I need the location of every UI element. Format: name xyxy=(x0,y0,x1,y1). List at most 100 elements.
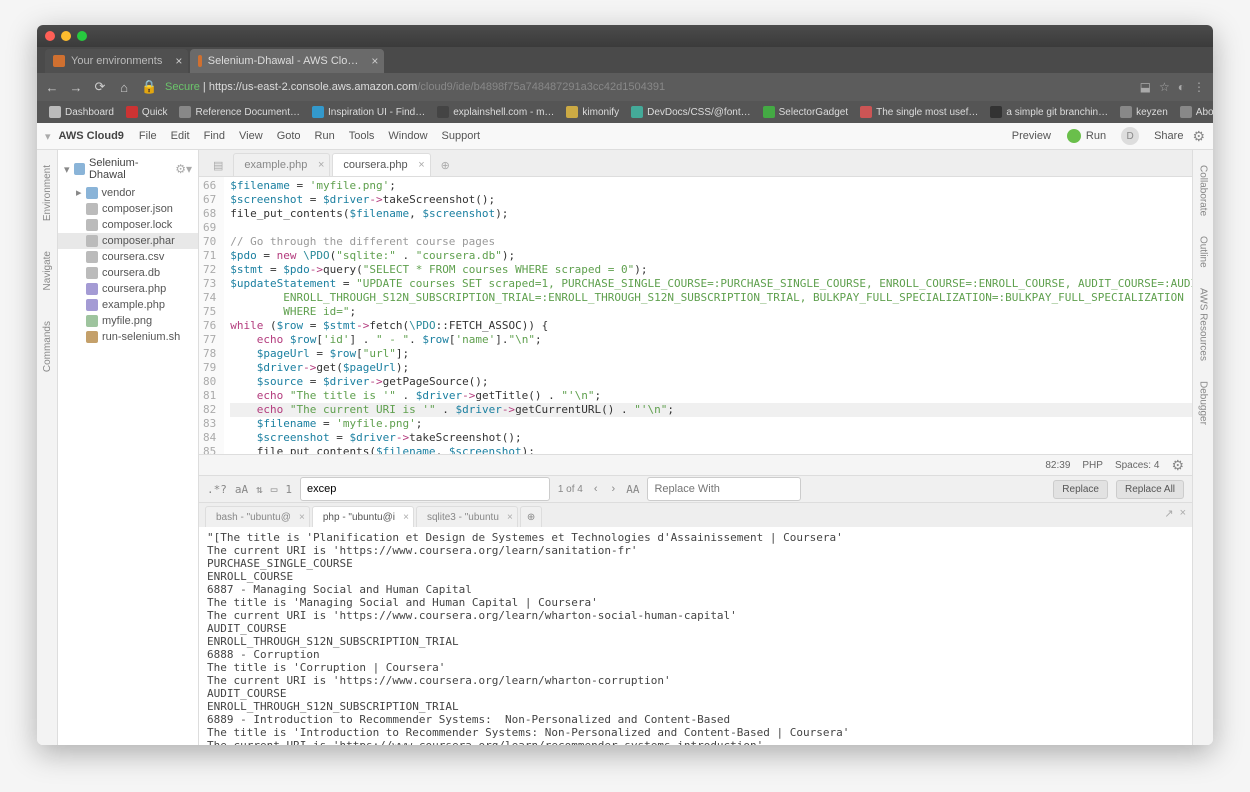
collapse-icon[interactable]: ▾ xyxy=(45,130,51,143)
code-line[interactable]: echo "The title is '" . $driver->getTitl… xyxy=(230,389,1192,403)
popout-icon[interactable]: ↗ xyxy=(1164,507,1173,520)
code-line[interactable]: $stmt = $pdo->query("SELECT * FROM cours… xyxy=(230,263,1192,277)
bookmark-item[interactable]: About Exploit Exerci… xyxy=(1176,106,1213,118)
minimize-window-icon[interactable] xyxy=(61,31,71,41)
bookmark-item[interactable]: The single most usef… xyxy=(856,106,982,118)
code-line[interactable]: while ($row = $stmt->fetch(\PDO::FETCH_A… xyxy=(230,319,1192,333)
tab-list-icon[interactable]: ▤ xyxy=(205,154,231,176)
menu-run[interactable]: Run xyxy=(308,127,342,145)
close-window-icon[interactable] xyxy=(45,31,55,41)
close-icon[interactable]: × xyxy=(507,512,513,523)
tree-item[interactable]: coursera.csv xyxy=(58,249,198,265)
bookmark-item[interactable]: keyzen xyxy=(1116,106,1172,118)
tree-item[interactable]: composer.lock xyxy=(58,217,198,233)
menu-view[interactable]: View xyxy=(232,127,270,145)
gear-icon[interactable]: ⚙ xyxy=(1171,457,1184,474)
rail-commands[interactable]: Commands xyxy=(42,321,53,372)
terminal-output[interactable]: "[The title is 'Planification et Design … xyxy=(199,527,1192,745)
maximize-window-icon[interactable] xyxy=(77,31,87,41)
whole-word-toggle[interactable]: 1 xyxy=(285,483,292,496)
tree-item[interactable]: coursera.db xyxy=(58,265,198,281)
avatar[interactable]: D xyxy=(1121,127,1139,145)
menu-tools[interactable]: Tools xyxy=(342,127,382,145)
preserve-case-toggle[interactable]: AA xyxy=(626,483,639,496)
gear-icon[interactable]: ⚙ xyxy=(1192,128,1205,145)
code-editor[interactable]: 6667686970717273747576777879808182838485… xyxy=(199,177,1192,454)
bookmark-item[interactable]: Quick xyxy=(122,106,172,118)
wrap-toggle[interactable]: ⇅ xyxy=(256,483,263,496)
browser-tab[interactable]: Selenium-Dhawal - AWS Clo…× xyxy=(190,49,384,73)
close-icon[interactable]: × xyxy=(299,512,305,523)
code-line[interactable]: $filename = 'myfile.png'; xyxy=(230,417,1192,431)
tree-item[interactable]: ▸vendor xyxy=(58,184,198,201)
close-icon[interactable]: × xyxy=(371,54,378,68)
code-line[interactable]: $pageUrl = $row["url"]; xyxy=(230,347,1192,361)
code-line[interactable]: $pdo = new \PDO("sqlite:" . "coursera.db… xyxy=(230,249,1192,263)
code-content[interactable]: $filename = 'myfile.png';$screenshot = $… xyxy=(224,177,1192,454)
browser-tab[interactable]: Your environments× xyxy=(45,49,188,73)
replace-input[interactable] xyxy=(647,477,801,501)
code-icon[interactable]: ⬓ xyxy=(1140,80,1151,94)
close-icon[interactable]: × xyxy=(1180,507,1186,520)
tree-item[interactable]: myfile.png xyxy=(58,313,198,329)
editor-tab[interactable]: example.php× xyxy=(233,153,330,176)
replace-all-button[interactable]: Replace All xyxy=(1116,480,1184,499)
terminal-tab[interactable]: sqlite3 - "ubuntu× xyxy=(416,506,518,527)
close-icon[interactable]: × xyxy=(318,159,324,171)
code-line[interactable]: $driver->get($pageUrl); xyxy=(230,361,1192,375)
terminal-tab[interactable]: bash - "ubuntu@× xyxy=(205,506,310,527)
bookmark-item[interactable]: DevDocs/CSS/@font… xyxy=(627,106,755,118)
bookmark-item[interactable]: Dashboard xyxy=(45,106,118,118)
tree-item[interactable]: run-selenium.sh xyxy=(58,329,198,345)
case-toggle[interactable]: aA xyxy=(235,483,248,496)
rail-debugger[interactable]: Debugger xyxy=(1198,381,1209,425)
rail-aws-resources[interactable]: AWS Resources xyxy=(1198,288,1209,361)
code-line[interactable]: file_put_contents($filename, $screenshot… xyxy=(230,445,1192,454)
menu-goto[interactable]: Goto xyxy=(270,127,308,145)
menu-file[interactable]: File xyxy=(132,127,164,145)
close-icon[interactable]: × xyxy=(175,54,182,68)
code-line[interactable]: file_put_contents($filename, $screenshot… xyxy=(230,207,1192,221)
star-icon[interactable]: ☆ xyxy=(1159,80,1170,94)
menu-icon[interactable]: ⋮ xyxy=(1193,80,1205,94)
menu-window[interactable]: Window xyxy=(381,127,434,145)
rail-navigate[interactable]: Navigate xyxy=(42,251,53,290)
regex-toggle[interactable]: .*? xyxy=(207,483,227,496)
tree-item[interactable]: example.php xyxy=(58,297,198,313)
preview-button[interactable]: Preview xyxy=(1005,127,1058,145)
code-line[interactable]: $source = $driver->getPageSource(); xyxy=(230,375,1192,389)
bookmark-item[interactable]: Reference Document… xyxy=(175,106,304,118)
bookmark-item[interactable]: Inspiration UI - Find… xyxy=(308,106,429,118)
selection-toggle[interactable]: ▭ xyxy=(271,483,278,496)
editor-tab[interactable]: coursera.php× xyxy=(332,153,430,176)
gear-icon[interactable]: ⚙▾ xyxy=(175,162,192,176)
share-button[interactable]: Share xyxy=(1147,127,1190,145)
extension-icon[interactable]: ◐ xyxy=(1178,80,1185,94)
bookmark-item[interactable]: a simple git branchin… xyxy=(986,106,1112,118)
menu-support[interactable]: Support xyxy=(435,127,488,145)
code-line[interactable]: $screenshot = $driver->takeScreenshot(); xyxy=(230,431,1192,445)
rail-outline[interactable]: Outline xyxy=(1198,236,1209,268)
code-line[interactable]: echo $row['id'] . " - ". $row['name']."\… xyxy=(230,333,1192,347)
close-icon[interactable]: × xyxy=(403,512,409,523)
rail-collaborate[interactable]: Collaborate xyxy=(1198,165,1209,216)
spaces-label[interactable]: Spaces: 4 xyxy=(1115,460,1159,471)
tree-item[interactable]: coursera.php xyxy=(58,281,198,297)
menu-edit[interactable]: Edit xyxy=(164,127,197,145)
new-terminal-icon[interactable]: ⊕ xyxy=(520,506,542,527)
language-label[interactable]: PHP xyxy=(1082,460,1103,471)
new-tab-icon[interactable]: ⊕ xyxy=(433,154,458,176)
code-line[interactable]: $updateStatement = "UPDATE courses SET s… xyxy=(230,277,1192,291)
run-button[interactable]: Run xyxy=(1060,126,1113,146)
code-line[interactable]: WHERE id="; xyxy=(230,305,1192,319)
code-line[interactable]: echo "The current URI is '" . $driver->g… xyxy=(230,403,1192,417)
bookmark-item[interactable]: kimonify xyxy=(562,106,623,118)
menu-find[interactable]: Find xyxy=(197,127,232,145)
code-line[interactable]: $filename = 'myfile.png'; xyxy=(230,179,1192,193)
rail-environment[interactable]: Environment xyxy=(42,165,53,221)
reload-icon[interactable]: ⟳ xyxy=(93,79,107,95)
tree-root[interactable]: ▾ Selenium-Dhawal ⚙▾ xyxy=(58,154,198,184)
find-input[interactable] xyxy=(300,477,550,501)
bookmark-item[interactable]: explainshell.com - m… xyxy=(433,106,558,118)
close-icon[interactable]: × xyxy=(418,159,424,171)
